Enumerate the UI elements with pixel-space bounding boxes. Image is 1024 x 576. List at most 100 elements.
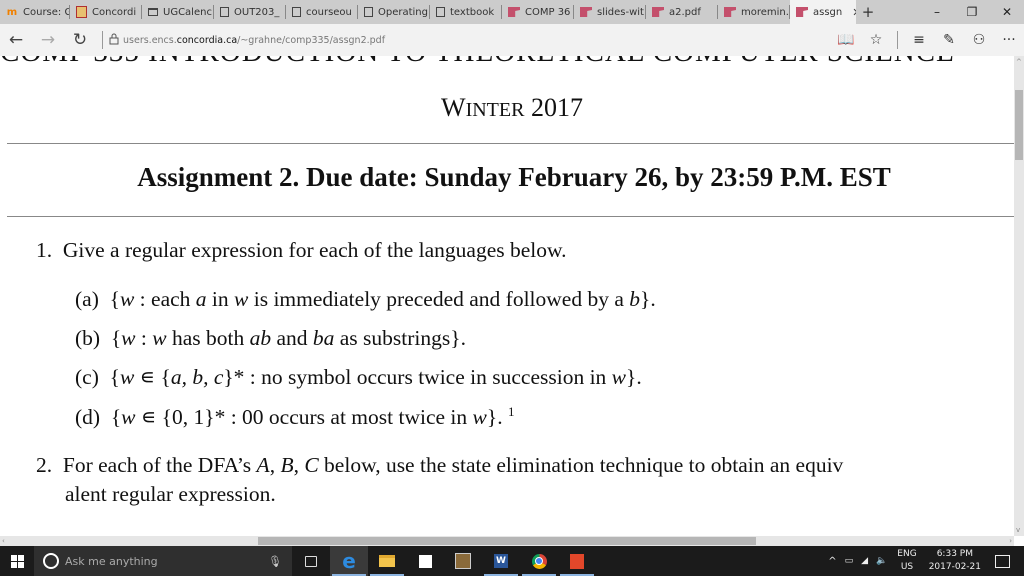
taskbar-photo-app[interactable] (444, 546, 482, 576)
reading-view-button[interactable]: 📖 (831, 24, 861, 56)
taskbar-edge[interactable]: e (330, 546, 368, 576)
scroll-right-arrow-icon[interactable]: › (1009, 537, 1012, 545)
favorite-button[interactable]: ☆ (861, 24, 891, 56)
vertical-scroll-thumb[interactable] (1015, 90, 1023, 160)
acrobat-icon (570, 553, 584, 569)
microphone-icon[interactable]: 🎙 (268, 555, 282, 568)
question-1a: (a) {w : each a in w is immediately prec… (75, 287, 656, 311)
footnote-marker[interactable]: 1 (508, 404, 515, 419)
pdf-icon (724, 7, 736, 17)
back-button[interactable]: ← (0, 24, 32, 56)
pdf-icon (580, 7, 592, 17)
more-button[interactable]: ··· (994, 24, 1024, 56)
new-tab-button[interactable]: + (856, 3, 880, 21)
question-1: 1. Give a regular expression for each of… (36, 238, 567, 262)
toolbar-divider (897, 31, 898, 49)
taskbar-file-explorer[interactable] (368, 546, 406, 576)
system-tray: ^ ▭ ◢ 🔈 ENG US 6:33 PM 2017-02-21 (828, 546, 1024, 576)
calendar-page-icon (148, 8, 158, 16)
show-hidden-icons-chevron-icon[interactable]: ^ (828, 556, 836, 567)
volume-icon[interactable]: 🔈 (876, 556, 887, 566)
horizontal-scrollbar[interactable]: ‹ › (0, 536, 1014, 546)
assignment-heading: Assignment 2. Due date: Sunday February … (137, 162, 891, 192)
toolbar-divider (102, 31, 103, 49)
moodle-icon: m (6, 6, 18, 18)
question-1c: (c) {w ∊ {a, b, c}* : no symbol occurs t… (75, 365, 642, 389)
pdf-icon (796, 7, 808, 17)
tab-a2pdf[interactable]: a2.pdf (646, 0, 718, 24)
document-icon (220, 7, 229, 17)
store-bag-icon (418, 554, 432, 568)
address-toolbar: ← → ↻ users.encs.concordia.ca/~grahne/co… (0, 24, 1024, 56)
task-view-button[interactable] (292, 546, 330, 576)
taskbar-word[interactable]: W (482, 546, 520, 576)
lock-icon (109, 33, 119, 48)
vertical-scrollbar[interactable]: ^ v (1014, 56, 1024, 536)
document-icon (436, 7, 445, 17)
star-icon: ☆ (869, 32, 883, 48)
close-tab-icon[interactable]: ✕ (852, 6, 856, 19)
share-button[interactable]: ⚇ (964, 24, 994, 56)
tab-course[interactable]: m Course: G (0, 0, 70, 24)
cortana-circle-icon (43, 553, 59, 569)
refresh-icon: ↻ (72, 30, 88, 50)
taskbar-chrome[interactable] (520, 546, 558, 576)
pdf-icon (652, 7, 664, 17)
photo-app-icon (455, 553, 471, 569)
clock[interactable]: 6:33 PM 2017-02-21 (929, 548, 981, 574)
task-view-icon (305, 555, 317, 567)
question-2-continued: alent regular expression. (65, 482, 276, 506)
minimize-button[interactable]: – (920, 0, 954, 24)
document-icon (364, 7, 373, 17)
cortana-search-box[interactable]: Ask me anything 🎙 (34, 546, 292, 576)
pdf-viewer[interactable]: COMP 335 INTRODUCTION TO THEORETICAL COM… (0, 56, 1014, 536)
horizontal-scroll-thumb[interactable] (258, 537, 756, 545)
battery-icon[interactable]: ▭ (845, 556, 854, 566)
course-title: COMP 335 INTRODUCTION TO THEORETICAL COM… (0, 56, 1014, 69)
scroll-left-arrow-icon[interactable]: ‹ (2, 537, 5, 545)
tab-courseoutline[interactable]: courseou (286, 0, 358, 24)
chrome-icon (531, 553, 547, 569)
close-window-button[interactable]: ✕ (990, 0, 1024, 24)
scroll-up-arrow-icon[interactable]: ^ (1016, 58, 1022, 66)
folder-icon (379, 555, 395, 567)
horizontal-rule (7, 143, 1014, 144)
document-icon (292, 7, 301, 17)
concordia-shield-icon (76, 6, 87, 18)
start-button[interactable] (0, 546, 34, 576)
action-center-icon[interactable] (995, 554, 1010, 568)
taskbar-acrobat[interactable] (558, 546, 596, 576)
refresh-button[interactable]: ↻ (64, 24, 96, 56)
wifi-icon[interactable]: ◢ (861, 556, 868, 566)
hub-button[interactable]: ≡ (904, 24, 934, 56)
taskbar-store[interactable] (406, 546, 444, 576)
term-heading: WINTER 2017 (441, 93, 583, 122)
tab-operating[interactable]: Operating (358, 0, 430, 24)
share-icon: ⚇ (972, 32, 986, 48)
tab-textbook[interactable]: textbook (430, 0, 502, 24)
question-2: 2. For each of the DFA’s A, B, C below, … (36, 453, 844, 477)
pdf-icon (508, 7, 520, 17)
tab-assgn-active[interactable]: assgn✕ (790, 0, 856, 24)
hub-lines-icon: ≡ (913, 32, 925, 48)
tab-ugcalendar[interactable]: UGCalenc (142, 0, 214, 24)
windows-logo-icon (10, 554, 24, 568)
tab-moremin[interactable]: moremin. (718, 0, 790, 24)
language-indicator[interactable]: ENG US (897, 548, 916, 574)
scroll-down-arrow-icon[interactable]: v (1016, 526, 1020, 534)
tab-out203[interactable]: OUT203_ (214, 0, 286, 24)
pen-note-icon: ✎ (943, 32, 955, 48)
question-1d: (d) {w ∊ {0, 1}* : 00 occurs at most twi… (75, 404, 515, 430)
word-icon: W (494, 554, 508, 568)
address-bar[interactable]: users.encs.concordia.ca/~grahne/comp335/… (123, 35, 385, 46)
tab-concordia[interactable]: Concordi (70, 0, 142, 24)
horizontal-rule (7, 216, 1014, 217)
forward-arrow-icon: → (40, 30, 56, 50)
forward-button[interactable]: → (32, 24, 64, 56)
tab-comp36[interactable]: COMP 36 (502, 0, 574, 24)
web-note-button[interactable]: ✎ (934, 24, 964, 56)
tab-slides[interactable]: slides-wit (574, 0, 646, 24)
edge-icon: e (342, 549, 356, 573)
restore-button[interactable]: ❐ (955, 0, 989, 24)
windows-taskbar: Ask me anything 🎙 e W ^ ▭ ◢ 🔈 ENG US 6:3… (0, 546, 1024, 576)
